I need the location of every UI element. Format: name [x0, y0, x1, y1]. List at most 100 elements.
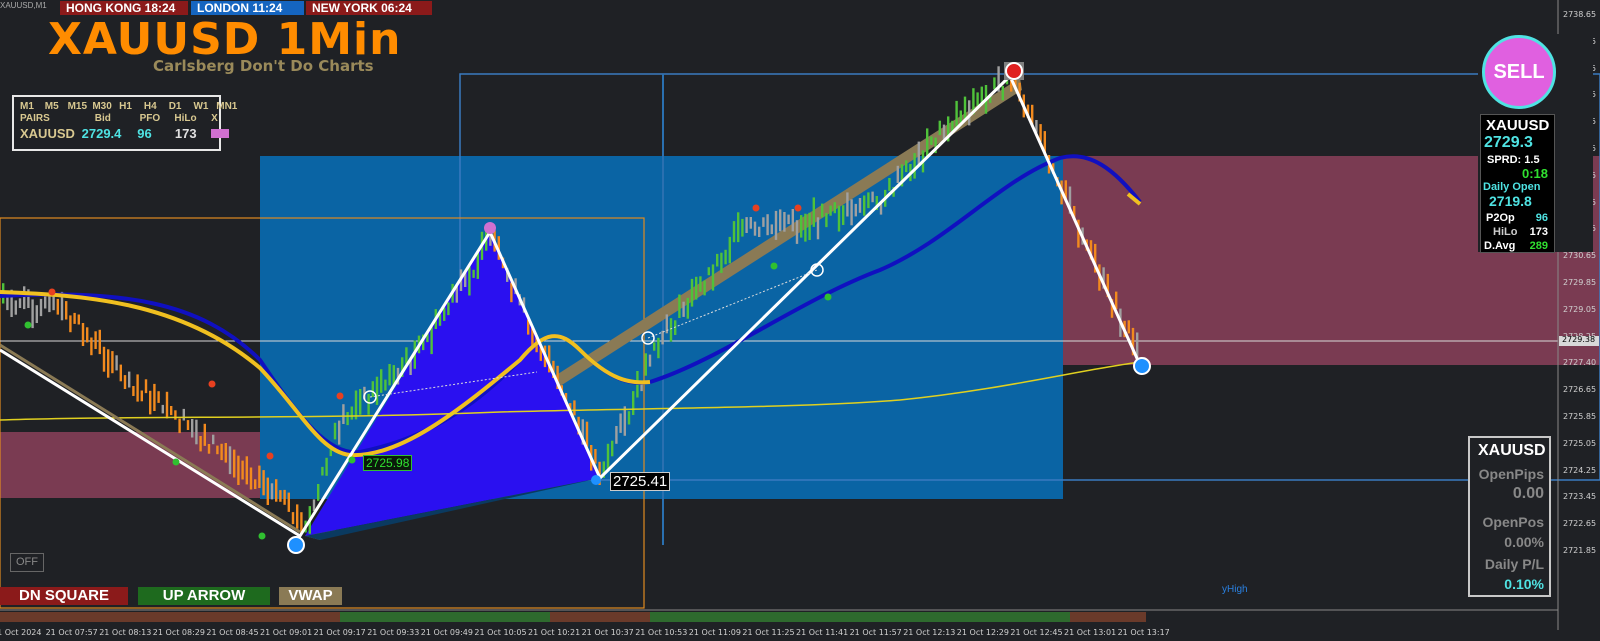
candle: [14, 300, 17, 315]
tf-mn1[interactable]: MN1: [216, 101, 237, 112]
candle: [191, 419, 194, 438]
dn-square-button[interactable]: DN SQUARE: [0, 587, 128, 605]
candle: [963, 96, 967, 121]
candle: [275, 479, 278, 502]
candle: [212, 434, 215, 445]
candle: [233, 449, 236, 478]
candle: [1001, 85, 1004, 101]
candle: [371, 381, 374, 397]
candle: [905, 160, 908, 173]
time-tick-label: 21 Oct 2024: [0, 628, 42, 637]
candle: [808, 212, 811, 240]
pair-name: XAUUSD: [20, 126, 75, 141]
candle: [573, 400, 576, 416]
candle: [812, 197, 815, 227]
tf-m15[interactable]: M15: [68, 101, 90, 112]
price-tick-label: 2729.85: [1563, 278, 1597, 287]
time-tick-label: 21 Oct 10:37: [581, 628, 634, 637]
candle: [913, 153, 916, 179]
time-tick-label: 21 Oct 09:33: [367, 628, 420, 637]
candle: [405, 347, 408, 364]
time-tick-label: 21 Oct 08:13: [99, 628, 152, 637]
tf-d1[interactable]: D1: [169, 101, 191, 112]
candle: [476, 252, 479, 279]
candle: [52, 294, 55, 311]
candle: [800, 215, 803, 238]
tf-h4[interactable]: H4: [144, 101, 166, 112]
candle: [119, 364, 122, 382]
candle: [266, 477, 269, 505]
pair-row[interactable]: XAUUSD 2729.4 96 173: [20, 126, 229, 141]
pair-status-swatch: [210, 129, 229, 138]
candle: [888, 178, 891, 191]
swing-high-dot: [484, 222, 496, 234]
candle: [443, 307, 446, 321]
candle: [619, 413, 622, 433]
candle: [976, 92, 979, 106]
swing-low-dot: [591, 475, 601, 485]
candle: [107, 349, 110, 378]
candle: [102, 346, 106, 372]
candle: [779, 209, 782, 232]
sell-signal-button[interactable]: SELL: [1482, 35, 1556, 109]
candle: [296, 504, 299, 529]
candle: [18, 298, 22, 308]
candle: [955, 100, 958, 127]
info-daily-open-label: Daily Open: [1483, 181, 1541, 193]
candle: [942, 124, 946, 140]
price-tick-label: 2738.65: [1563, 10, 1597, 19]
candle: [766, 214, 769, 236]
candle: [686, 297, 689, 319]
candle: [153, 383, 156, 411]
tf-m1[interactable]: M1: [20, 101, 42, 112]
symbol-info-panel: XAUUSD 2729.3 SPRD: 1.5 0:18 Daily Open …: [1480, 114, 1555, 253]
time-tick-label: 21 Oct 08:29: [152, 628, 205, 637]
candle: [854, 203, 857, 217]
up-arrow-button[interactable]: UP ARROW: [138, 587, 270, 605]
candle: [350, 406, 353, 420]
candle: [993, 77, 996, 90]
candle: [73, 312, 76, 324]
candle: [224, 443, 227, 463]
candle: [81, 323, 85, 346]
off-toggle-button[interactable]: OFF: [10, 553, 44, 572]
candle: [287, 492, 290, 512]
tf-m5[interactable]: M5: [45, 101, 65, 112]
time-tick-label: 21 Oct 10:05: [474, 628, 527, 637]
candle: [39, 298, 43, 317]
candle: [585, 421, 589, 447]
tf-h1[interactable]: H1: [119, 101, 141, 112]
candle: [258, 465, 261, 488]
price-chart[interactable]: [0, 0, 1600, 641]
vwap-button[interactable]: VWAP: [279, 587, 342, 605]
candle: [90, 337, 93, 356]
candle: [745, 217, 748, 233]
candle: [627, 411, 631, 425]
price-tick-label: 2727.40: [1563, 358, 1597, 368]
candle: [858, 198, 862, 213]
candle: [758, 226, 761, 237]
candle: [249, 467, 253, 490]
yhigh-label: yHigh: [1222, 584, 1248, 595]
pair-hilo: 173: [174, 126, 197, 141]
candle: [367, 393, 370, 415]
candle: [216, 445, 219, 455]
info-timer: 0:18: [1521, 166, 1548, 181]
time-tick-label: 21 Oct 13:17: [1117, 628, 1170, 637]
price-tick-label: 2730.65: [1563, 251, 1597, 261]
candle: [228, 446, 232, 475]
price-tick-label: 2725.85: [1563, 412, 1597, 421]
candle: [930, 136, 933, 145]
candle: [123, 375, 127, 389]
candle: [753, 221, 757, 236]
tf-w1[interactable]: W1: [193, 101, 213, 112]
daily-pl-value: 0.10%: [1504, 576, 1544, 592]
candle: [720, 252, 723, 273]
candle: [787, 214, 790, 225]
time-tick-label: 21 Oct 08:45: [206, 628, 259, 637]
tf-m30[interactable]: M30: [92, 101, 116, 112]
candle: [833, 202, 836, 214]
candle: [157, 391, 160, 403]
candle: [850, 199, 853, 226]
candle: [346, 412, 349, 426]
